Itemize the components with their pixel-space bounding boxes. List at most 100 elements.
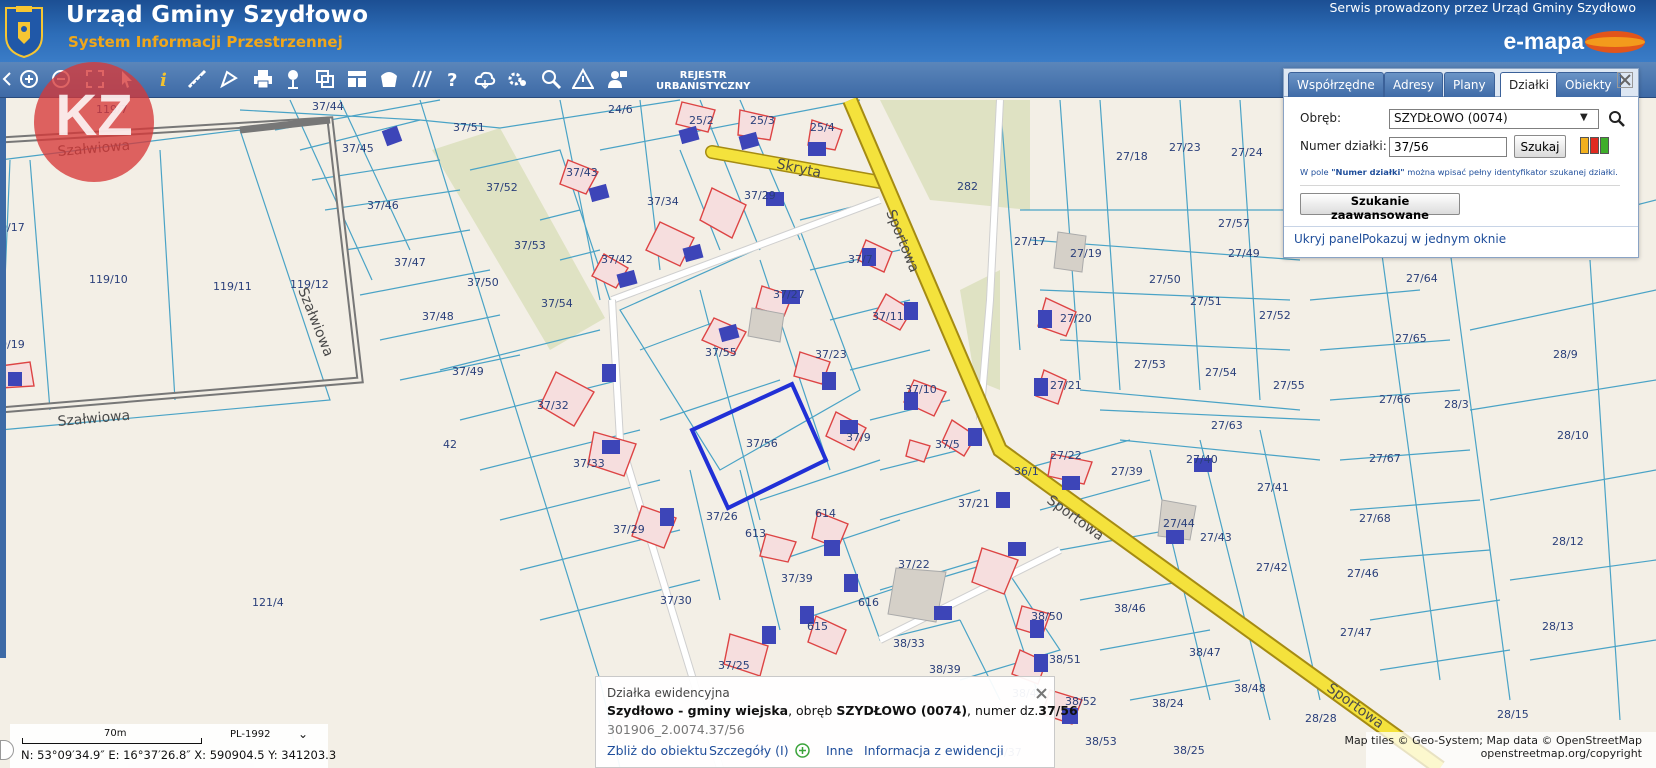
svg-text:37/29: 37/29 (613, 523, 645, 536)
svg-text:28/9: 28/9 (1553, 348, 1578, 361)
svg-text:28/3: 28/3 (1444, 398, 1469, 411)
svg-text:38/48: 38/48 (1234, 682, 1266, 695)
zoom-to-object-link[interactable]: Zbliż do obiektu (607, 743, 707, 758)
attribution-line2[interactable]: openstreetmap.org/copyright (1344, 747, 1642, 760)
svg-text:27/19: 27/19 (1070, 247, 1102, 260)
svg-text:27/54: 27/54 (1205, 366, 1237, 379)
svg-text:38/47: 38/47 (1189, 646, 1221, 659)
layout-icon[interactable] (344, 66, 370, 92)
single-window-link[interactable]: Pokazuj w jednym oknie (1362, 232, 1506, 246)
svg-text:28/15: 28/15 (1497, 708, 1529, 721)
tab-plans[interactable]: Plany (1444, 72, 1495, 97)
svg-text:37/34: 37/34 (647, 195, 679, 208)
cloud-icon[interactable] (472, 66, 498, 92)
other-link[interactable]: Inne (826, 743, 853, 758)
svg-text:37/27: 37/27 (773, 288, 805, 301)
hatch-icon[interactable] (408, 66, 434, 92)
svg-text:38/39: 38/39 (929, 663, 961, 676)
svg-text:37/29: 37/29 (744, 189, 776, 202)
svg-text:282: 282 (957, 180, 978, 193)
svg-text:37/22: 37/22 (898, 558, 930, 571)
desc-nr-prefix: , numer dz. (967, 703, 1039, 718)
color-swatch-red[interactable] (1590, 137, 1599, 154)
warning-icon[interactable] (570, 66, 596, 92)
svg-text:27/40: 27/40 (1186, 453, 1218, 466)
svg-text:37/44: 37/44 (312, 100, 344, 113)
watermark-text: KZ (55, 83, 133, 148)
desc-obreb: SZYDŁOWO (0074) (836, 703, 968, 718)
svg-text:i: i (160, 70, 167, 90)
hint-bold: "Numer działki" (1331, 167, 1405, 177)
advanced-search-button[interactable]: Szukanie zaawansowane (1300, 193, 1460, 222)
svg-text:37/7: 37/7 (848, 253, 873, 266)
search-icon[interactable] (1608, 110, 1626, 128)
svg-text:37/33: 37/33 (573, 457, 605, 470)
help-icon[interactable]: ? (440, 66, 466, 92)
svg-text:27/51: 27/51 (1190, 295, 1222, 308)
register-button[interactable]: REJESTR URBANISTYCZNY (656, 70, 750, 92)
scale-bar (22, 738, 202, 744)
svg-text:37/46: 37/46 (367, 199, 399, 212)
svg-text:37/5: 37/5 (935, 438, 960, 451)
hint-prefix: W pole (1300, 167, 1332, 177)
svg-text:27/64: 27/64 (1406, 272, 1438, 285)
tab-parcels[interactable]: Działki (1500, 72, 1558, 97)
svg-text:27/21: 27/21 (1050, 379, 1082, 392)
svg-text:27/68: 27/68 (1359, 512, 1391, 525)
close-icon[interactable] (1617, 72, 1633, 88)
svg-text:38/33: 38/33 (893, 637, 925, 650)
app-title: Urząd Gminy Szydłowo (66, 2, 369, 28)
svg-text:42: 42 (443, 438, 457, 451)
tab-addresses[interactable]: Adresy (1384, 72, 1444, 97)
svg-text:119/11: 119/11 (213, 280, 252, 293)
search-tab-bar: Współrzędne Adresy Plany Działki Obiekty (1284, 69, 1638, 97)
svg-text:27/42: 27/42 (1256, 561, 1288, 574)
settings-icon[interactable] (504, 66, 530, 92)
crs-label: PL-1992 (230, 729, 271, 740)
svg-text:24/6: 24/6 (608, 103, 633, 116)
svg-text:27/20: 27/20 (1060, 312, 1092, 325)
plus-icon[interactable] (795, 743, 810, 758)
desc-place: Szydłowo - gminy wiejska (607, 703, 789, 718)
registry-info-link[interactable]: Informacja z ewidencji (864, 743, 1004, 758)
search-button[interactable]: Szukaj (1514, 135, 1566, 158)
tab-objects[interactable]: Obiekty (1556, 72, 1621, 97)
desc-obreb-prefix: , obręb (788, 703, 837, 718)
color-swatch-green[interactable] (1600, 137, 1609, 154)
hide-panel-link[interactable]: Ukryj panel (1294, 232, 1362, 246)
shape-icon[interactable] (376, 66, 402, 92)
svg-text:37/54: 37/54 (541, 297, 573, 310)
obreb-select[interactable]: SZYDŁOWO (0074) (1389, 109, 1599, 129)
svg-text:37/47: 37/47 (394, 256, 426, 269)
layers-icon[interactable] (312, 66, 338, 92)
measure-distance-icon[interactable] (184, 66, 210, 92)
details-link[interactable]: Szczegóły (I) (709, 743, 789, 758)
svg-text:37/43: 37/43 (566, 166, 598, 179)
measure-area-icon[interactable] (216, 66, 242, 92)
attribution-line1: Map tiles © Geo-System; Map data © OpenS… (1344, 734, 1642, 747)
map-attribution: Map tiles © Geo-System; Map data © OpenS… (1344, 734, 1642, 760)
e-mapa-app: Urząd Gminy Szydłowo System Informacji P… (0, 0, 1656, 768)
svg-text:Szałwiowa: Szałwiowa (294, 286, 336, 359)
parcel-info-popup: Działka ewidencyjna Szydłowo - gminy wie… (595, 676, 1078, 768)
close-icon[interactable] (1034, 686, 1049, 701)
dzialka-label: Numer działki: (1300, 139, 1387, 153)
print-icon[interactable] (250, 66, 276, 92)
svg-text:Skryta: Skryta (775, 156, 822, 181)
svg-text:27/52: 27/52 (1259, 309, 1291, 322)
svg-text:37/49: 37/49 (452, 365, 484, 378)
svg-text:37/21: 37/21 (958, 497, 990, 510)
user-icon[interactable] (604, 66, 630, 92)
svg-text:27/23: 27/23 (1169, 141, 1201, 154)
color-swatch-yellow[interactable] (1580, 137, 1589, 154)
svg-text:27/57: 27/57 (1218, 217, 1250, 230)
chevron-down-icon[interactable]: ⌄ (298, 727, 308, 741)
parcel-description: Szydłowo - gminy wiejska, obręb SZYDŁOWO… (607, 703, 1078, 718)
scale-panel: 70m PL-1992 ⌄ N: 53°09′34.9″ E: 16°37′26… (10, 724, 336, 768)
svg-text:37/50: 37/50 (467, 276, 499, 289)
magnifier-icon[interactable] (538, 66, 564, 92)
pin-icon[interactable] (280, 66, 306, 92)
app-subtitle: System Informacji Przestrzennej (68, 33, 343, 51)
tab-coordinates[interactable]: Współrzędne (1288, 72, 1384, 97)
parcel-number-input[interactable] (1389, 137, 1507, 157)
